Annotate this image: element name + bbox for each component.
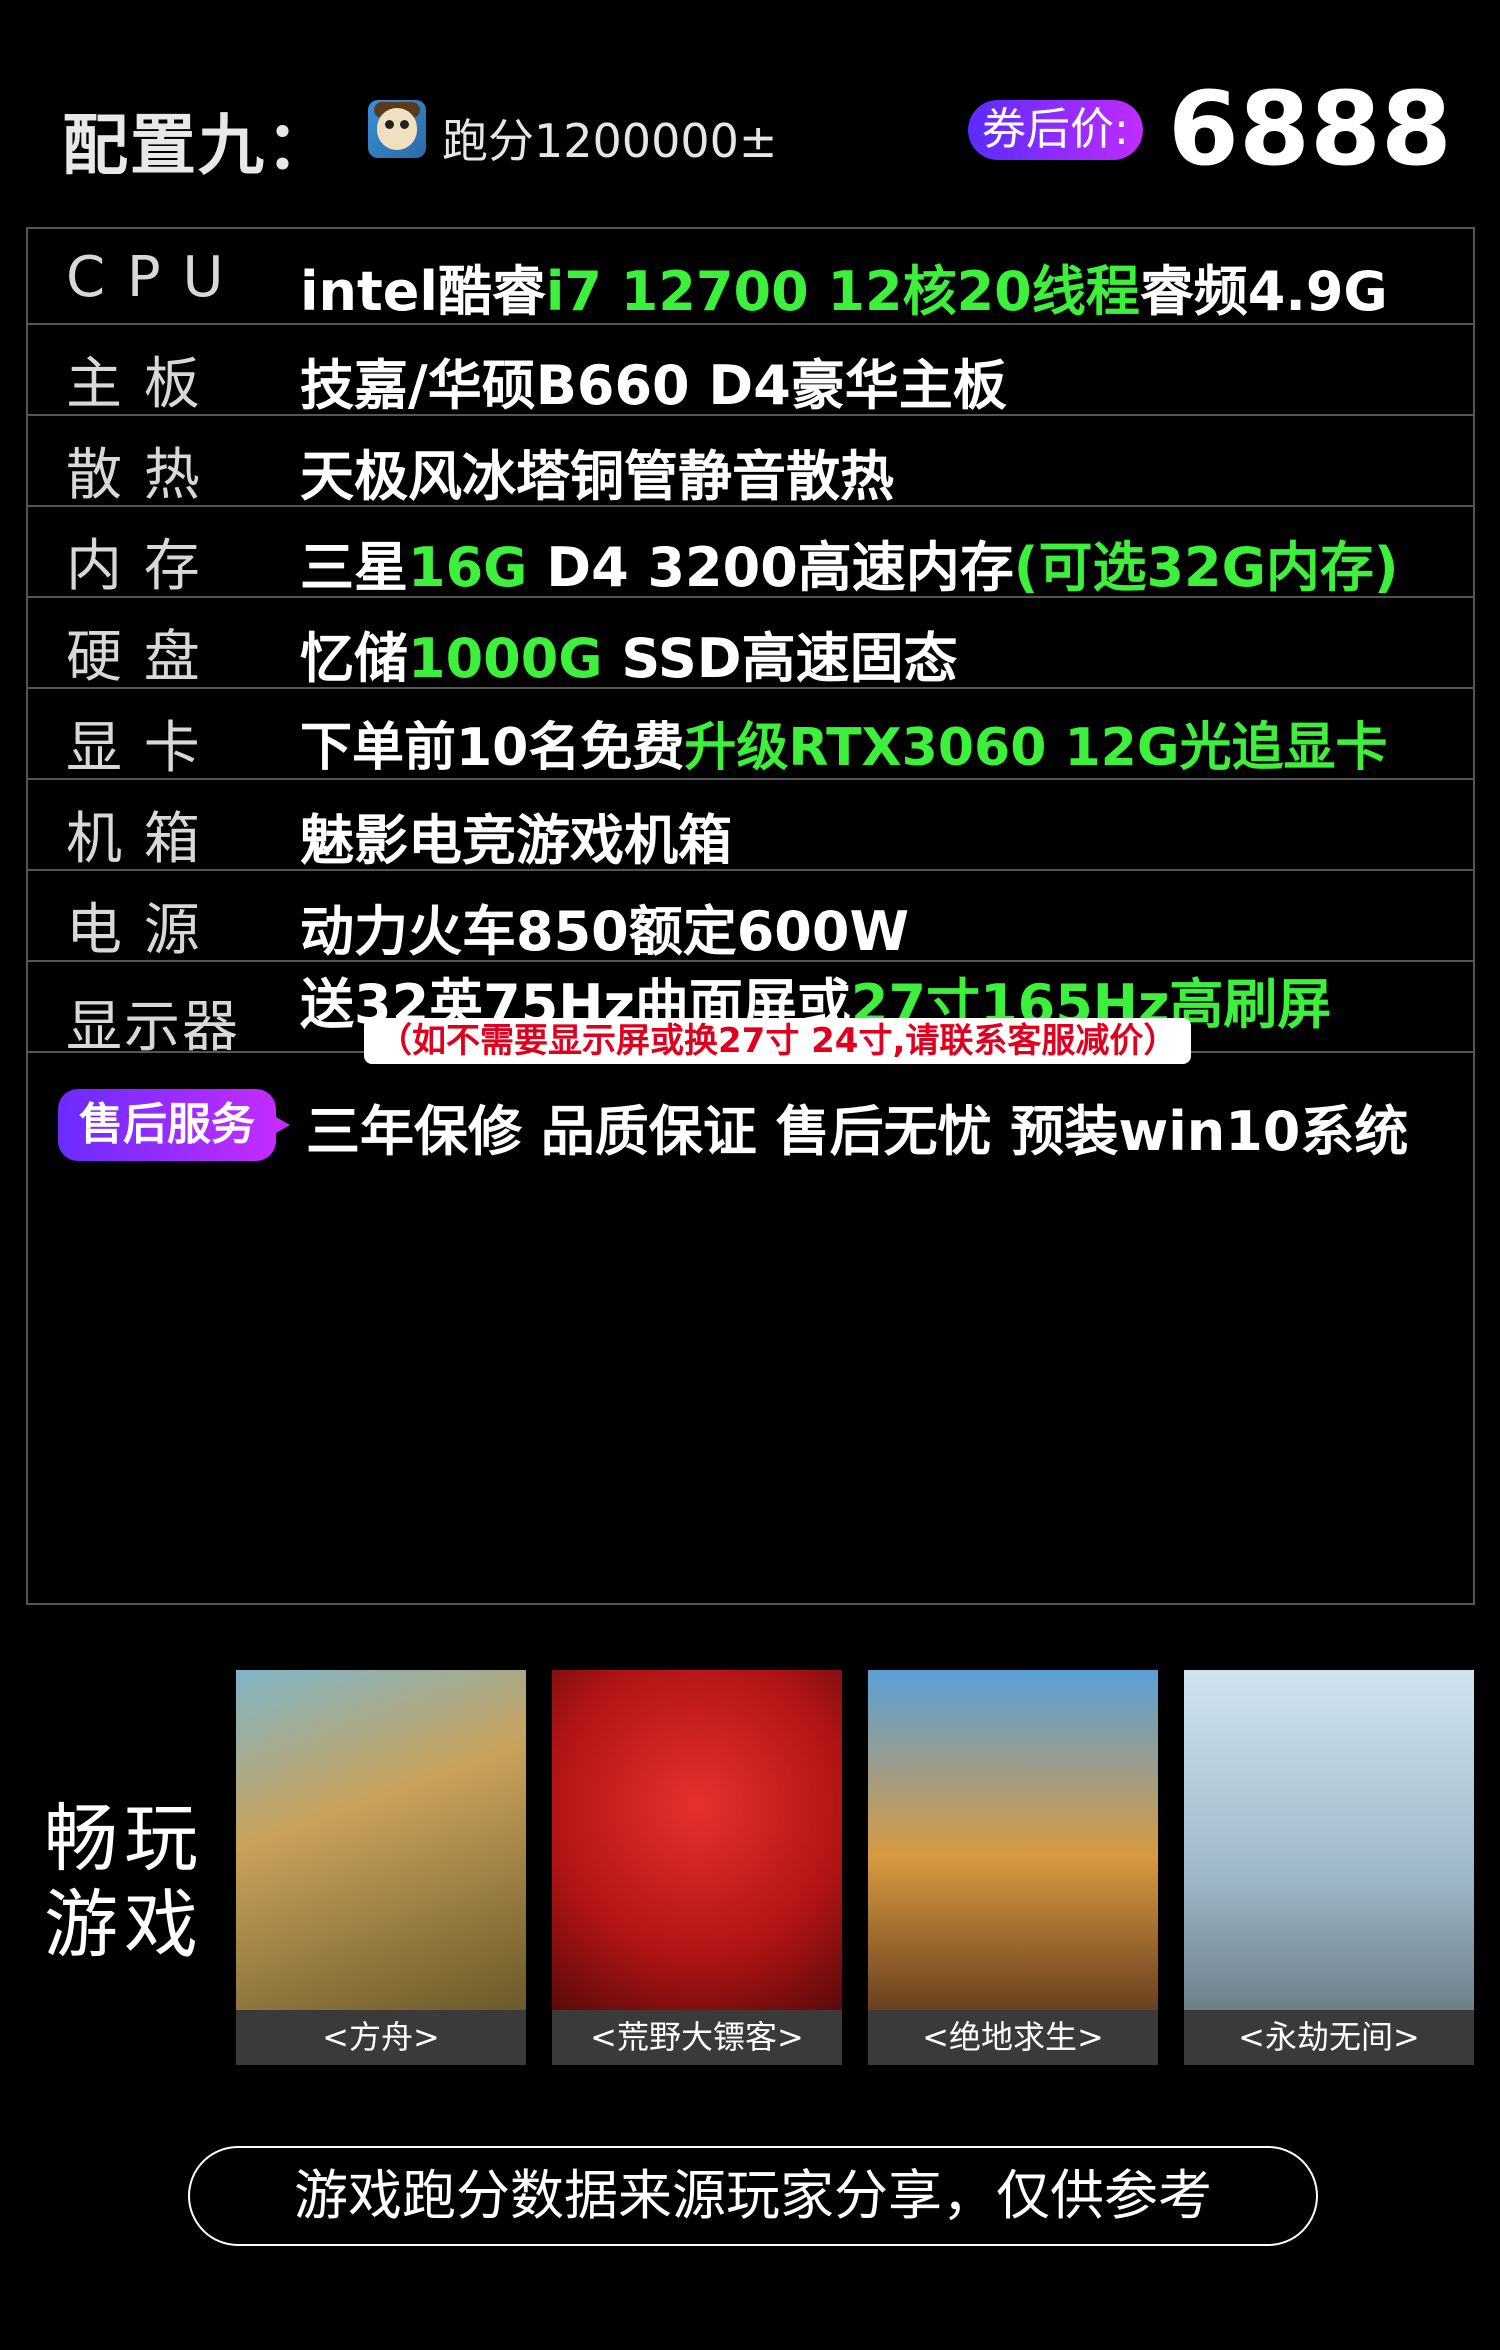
spec-value: 三星16G D4 3200高速内存(可选32G内存) (300, 536, 1399, 599)
spec-label: 硬 盘 (66, 625, 202, 690)
config-title: 配置九： (62, 107, 334, 184)
game-card: <荒野大镖客> (552, 1670, 842, 2065)
spec-label: 内 存 (66, 534, 202, 599)
game-caption: <永劫无间> (1184, 2010, 1474, 2065)
spec-label: 显示器 (66, 995, 240, 1060)
service-badge: 售后服务 (58, 1089, 290, 1161)
game-caption: <绝地求生> (868, 2010, 1158, 2065)
spec-value: 天极风冰塔铜管静音散热 (300, 445, 894, 508)
spec-row-board: 主 板 技嘉/华硕B660 D4豪华主板 (28, 325, 1473, 417)
header: 配置九： 跑分1200000± 券后价: 6888 (0, 0, 1500, 225)
spec-row-memory: 内 存 三星16G D4 3200高速内存(可选32G内存) (28, 507, 1473, 599)
spec-row-service: 售后服务 三年保修 品质保证 售后无忧 预装win10系统 (28, 1053, 1473, 1195)
game-caption: <方舟> (236, 2010, 526, 2065)
service-text: 三年保修 品质保证 售后无忧 预装win10系统 (306, 1100, 1409, 1163)
spec-table: C P U intel酷睿i7 12700 12核20线程睿频4.9G 主 板 … (26, 227, 1475, 1605)
spec-label: 电 源 (66, 898, 202, 963)
spec-row-cpu: C P U intel酷睿i7 12700 12核20线程睿频4.9G (28, 229, 1473, 325)
spec-label: 机 箱 (66, 807, 202, 872)
spec-label: 散 热 (66, 443, 202, 508)
spec-label: C P U (66, 245, 226, 310)
spec-row-monitor: 显示器 送32英75Hz曲面屏或27寸165Hz高刷屏 （如不需要显示屏或换27… (28, 962, 1473, 1064)
coupon-price-badge: 券后价: (968, 100, 1143, 160)
spec-label: 显 卡 (66, 716, 202, 781)
spec-row-psu: 电 源 动力火车850额定600W (28, 871, 1473, 963)
disclaimer-pill: 游戏跑分数据来源玩家分享，仅供参考 (188, 2146, 1318, 2246)
spec-row-gpu: 显 卡 下单前10名免费升级RTX3060 12G光追显卡 (28, 689, 1473, 781)
game-card: <绝地求生> (868, 1670, 1158, 2065)
spec-value: 动力火车850额定600W (300, 900, 910, 963)
spec-value: 魅影电竞游戏机箱 (300, 809, 732, 872)
spec-value: 技嘉/华硕B660 D4豪华主板 (300, 354, 1007, 417)
game-card: <永劫无间> (1184, 1670, 1474, 2065)
games-title: 畅玩 游戏 (44, 1796, 204, 1968)
price: 6888 (1168, 70, 1452, 189)
spec-row-cooling: 散 热 天极风冰塔铜管静音散热 (28, 416, 1473, 508)
game-cover-rdr2 (552, 1670, 842, 2010)
game-cover-naraka (1184, 1670, 1474, 2010)
spec-row-case: 机 箱 魅影电竞游戏机箱 (28, 780, 1473, 872)
spec-label: 主 板 (66, 352, 202, 417)
benchmark-score: 跑分1200000± (442, 114, 778, 168)
spec-value: intel酷睿i7 12700 12核20线程睿频4.9G (300, 260, 1388, 323)
spec-row-disk: 硬 盘 忆储1000G SSD高速固态 (28, 598, 1473, 690)
game-caption: <荒野大镖客> (552, 2010, 842, 2065)
game-card: <方舟> (236, 1670, 526, 2065)
mascot-icon (368, 100, 426, 158)
game-cover-pubg (868, 1670, 1158, 2010)
spec-value: 忆储1000G SSD高速固态 (300, 627, 958, 690)
game-cover-ark (236, 1670, 526, 2010)
spec-value: 下单前10名免费升级RTX3060 12G光追显卡 (300, 718, 1388, 778)
